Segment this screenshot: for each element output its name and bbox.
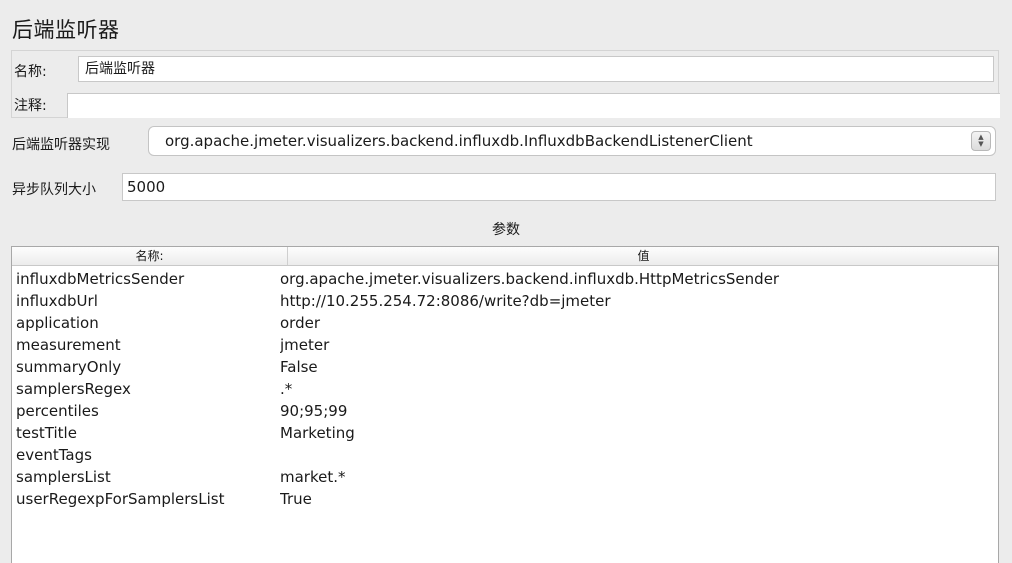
param-value-cell[interactable]: order (280, 312, 995, 334)
param-value-cell[interactable]: 90;95;99 (280, 400, 995, 422)
table-row[interactable]: samplersList market.* (12, 466, 998, 488)
param-value-cell[interactable]: jmeter (280, 334, 995, 356)
param-name-cell[interactable]: samplersList (16, 466, 284, 488)
table-row[interactable]: application order (12, 312, 998, 334)
table-row[interactable]: measurement jmeter (12, 334, 998, 356)
param-value-cell[interactable]: org.apache.jmeter.visualizers.backend.in… (280, 268, 995, 290)
table-row[interactable]: samplersRegex .* (12, 378, 998, 400)
implementation-select[interactable]: org.apache.jmeter.visualizers.backend.in… (148, 126, 996, 156)
param-value-cell[interactable]: http://10.255.254.72:8086/write?db=jmete… (280, 290, 995, 312)
table-row[interactable]: influxdbMetricsSender org.apache.jmeter.v… (12, 268, 998, 290)
param-name-cell[interactable]: measurement (16, 334, 284, 356)
select-arrows-icon[interactable]: ▲ ▼ (971, 131, 991, 151)
param-name-cell[interactable]: influxdbUrl (16, 290, 284, 312)
implementation-selected-value: org.apache.jmeter.visualizers.backend.in… (165, 132, 753, 150)
table-row[interactable]: eventTags (12, 444, 998, 466)
comment-label: 注释: (14, 98, 47, 114)
param-name-cell[interactable]: percentiles (16, 400, 284, 422)
column-header-value[interactable]: 值 (289, 247, 998, 265)
table-body: influxdbMetricsSender org.apache.jmeter.v… (12, 268, 998, 510)
param-name-cell[interactable]: application (16, 312, 284, 334)
name-comment-group: 名称: 后端监听器 注释: (11, 50, 1000, 118)
param-value-cell[interactable]: .* (280, 378, 995, 400)
param-value-cell[interactable]: Marketing (280, 422, 995, 444)
comment-field[interactable] (67, 93, 1000, 118)
implementation-label: 后端监听器实现 (12, 137, 110, 153)
param-value-cell[interactable]: market.* (280, 466, 995, 488)
table-row[interactable]: summaryOnly False (12, 356, 998, 378)
queue-size-label: 异步队列大小 (12, 182, 96, 198)
param-name-cell[interactable]: summaryOnly (16, 356, 284, 378)
name-label: 名称: (14, 64, 47, 80)
param-value-cell[interactable]: True (280, 488, 995, 510)
table-row[interactable]: userRegexpForSamplersList True (12, 488, 998, 510)
table-header: 名称: 值 (12, 247, 998, 266)
parameters-title: 参数 (492, 222, 520, 238)
table-row[interactable]: percentiles 90;95;99 (12, 400, 998, 422)
param-name-cell[interactable]: samplersRegex (16, 378, 284, 400)
queue-size-input[interactable]: 5000 (122, 173, 996, 201)
backend-listener-panel: 后端监听器 名称: 后端监听器 注释: 后端监听器实现 org.apache.j… (0, 0, 1012, 563)
param-value-cell[interactable]: False (280, 356, 995, 378)
param-name-cell[interactable]: influxdbMetricsSender (16, 268, 284, 290)
param-name-cell[interactable]: testTitle (16, 422, 284, 444)
table-row[interactable]: influxdbUrl http://10.255.254.72:8086/wri… (12, 290, 998, 312)
table-row[interactable]: testTitle Marketing (12, 422, 998, 444)
parameters-table: 名称: 值 influxdbMetricsSender org.apache.jm… (11, 246, 999, 563)
column-header-name[interactable]: 名称: (12, 247, 288, 265)
param-name-cell[interactable]: eventTags (16, 444, 284, 466)
name-field[interactable]: 后端监听器 (78, 56, 994, 82)
param-name-cell[interactable]: userRegexpForSamplersList (16, 488, 284, 510)
page-title: 后端监听器 (12, 18, 120, 42)
